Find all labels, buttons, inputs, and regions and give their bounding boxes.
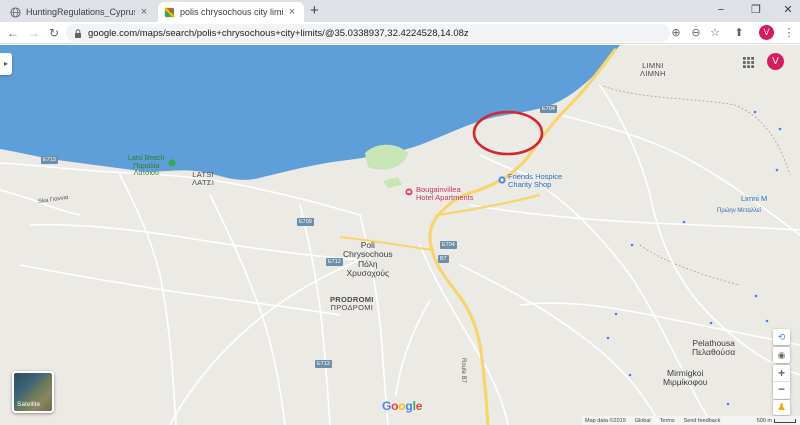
zoom-in-button[interactable]: + [773,365,790,382]
close-tab-icon[interactable]: × [138,6,150,18]
forward-icon[interactable]: → [26,24,42,42]
road-shield: B7 [438,255,449,263]
my-location-icon[interactable]: ◉ [773,347,790,363]
road-shield: E713 [315,360,332,368]
map-canvas[interactable]: ▸ V LIMNI ΛΙΜΝΗ LATSI ΛΑΤΣΙ Latsi Beach … [0,45,800,425]
lock-icon [75,28,81,38]
tab-google-maps[interactable]: polis chrysochous city limits - Go × [158,2,304,22]
poi-label-limni-mine: Limni M [741,194,768,203]
poi-label-latsi-beach: Latsi Beach Παραλία Λατσιού [128,155,165,178]
close-window-button[interactable]: ✕ [779,2,797,18]
latsi-beach-pin [168,159,176,167]
globe-icon [10,6,21,18]
map-footer: Map data ©2019 Global Terms Send feedbac… [582,416,800,425]
place-label-latsi: LATSI ΛΑΤΣΙ [192,170,215,188]
menu-dots-icon[interactable]: ⋮ [781,25,797,41]
maps-icon [164,6,175,18]
google-apps-icon[interactable] [743,57,754,68]
address-bar[interactable]: google.com/maps/search/polis+chrysochous… [66,24,670,42]
place-label-prodromi: PRODROMI ΠΡΟΔΡΟΜΙ [330,295,374,313]
send-feedback-link[interactable]: Send feedback [684,418,721,424]
place-label-polis: Poli Chrysochous Πόλη Χρυσοχούς [343,240,393,279]
place-label-pelathousa: Pelathousa Πελαθούσα [692,338,736,358]
location-icon[interactable]: ⊕ [668,25,684,41]
satellite-layer-toggle[interactable]: Satellite [12,371,54,413]
zoom-icon[interactable]: ⊖ [688,25,704,41]
back-icon[interactable]: ← [5,24,21,42]
global-link[interactable]: Global [635,418,651,424]
new-tab-button[interactable]: + [310,3,319,19]
restore-button[interactable]: ❐ [747,2,765,18]
satellite-label: Satellite [17,401,41,408]
url-text: google.com/maps/search/polis+chrysochous… [88,27,469,39]
pegman-icon[interactable]: ♟ [773,400,790,415]
tab-title: HuntingRegulations_Cyprus.pdf [26,7,135,17]
poi-label-friends-hospice[interactable]: Friends Hospice Charity Shop [508,172,562,190]
poi-label-limni-mine-gr: Πρώην Μεταλλεί [717,208,761,214]
place-label-limni: LIMNI ΛΙΜΝΗ [640,61,666,79]
map-data-attribution: Map data ©2019 [585,417,626,424]
browser-tab-strip: HuntingRegulations_Cyprus.pdf × polis ch… [0,0,800,22]
google-logo: Google [382,399,423,413]
road-shield: E712 [326,258,343,266]
road-label-route-b7: Route B7 [460,358,466,384]
profile-avatar[interactable]: V [759,25,774,40]
side-panel-toggle[interactable]: ▸ [0,53,12,75]
reload-icon[interactable]: ↻ [46,24,62,42]
road-shield: E713 [41,156,58,164]
close-tab-icon[interactable]: × [286,6,298,18]
scale-bar[interactable]: 500 m [757,418,796,424]
zoom-out-button[interactable]: − [773,382,790,399]
road-shield: E704 [540,105,557,113]
road-shield: E709 [297,218,314,226]
place-label-mirmigkoi: Mirmigkoi Μιρμίκοφου [663,368,708,388]
poi-label-bougainvillea[interactable]: Bougainvillea Hotel Apartments [416,185,474,203]
compass-icon[interactable]: ⟲ [773,329,790,345]
bougainvillea-pin [405,188,413,196]
tab-title: polis chrysochous city limits - Go [180,7,283,17]
extension-icon[interactable]: ⬆ [731,25,747,41]
terms-link[interactable]: Terms [660,418,675,424]
browser-toolbar: ← → ↻ google.com/maps/search/polis+chrys… [0,22,800,44]
bookmark-star-icon[interactable]: ☆ [707,25,723,41]
zoom-controls: + − [773,365,790,399]
minimize-button[interactable]: − [712,2,730,18]
map-profile-avatar[interactable]: V [767,53,784,70]
friends-hospice-pin [498,176,506,184]
road-shield: E704 [440,241,457,249]
annotation-circle [472,110,544,156]
tab-hunting-regulations[interactable]: HuntingRegulations_Cyprus.pdf × [4,2,156,22]
